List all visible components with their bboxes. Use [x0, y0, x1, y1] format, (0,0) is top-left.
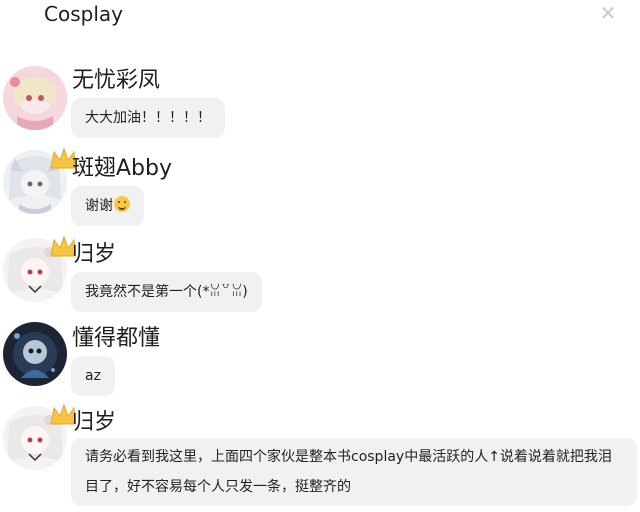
- message-text: 谢谢: [85, 198, 113, 214]
- message-text: 我竟然不是第一个(*ꈍ꒵ꈍ): [85, 284, 248, 300]
- message-bubble: az: [71, 356, 115, 396]
- message-bubble: 谢谢: [71, 186, 144, 226]
- message-text: 请务必看到我这里，上面四个家伙是整本书cosplay中最活跃的人↑说着说着就把我…: [85, 449, 612, 495]
- user-name[interactable]: 归岁: [72, 236, 116, 268]
- user-name[interactable]: 斑翅Abby: [72, 150, 172, 182]
- header: Cosplay ✕: [0, 0, 640, 34]
- message-bubble: 大大加油！！！！！: [71, 98, 225, 138]
- user-name[interactable]: 懂得都懂: [72, 320, 160, 352]
- smiley-emoji-icon: [114, 196, 130, 212]
- close-icon[interactable]: ✕: [598, 3, 618, 23]
- avatar[interactable]: [3, 322, 67, 386]
- message-bubble: 我竟然不是第一个(*ꈍ꒵ꈍ): [71, 272, 262, 312]
- message-text: az: [85, 368, 101, 384]
- user-name[interactable]: 无忧彩凤: [72, 62, 160, 94]
- message-text: 大大加油！！！！！: [85, 110, 211, 126]
- avatar[interactable]: [3, 66, 67, 130]
- message-bubble: 请务必看到我这里，上面四个家伙是整本书cosplay中最活跃的人↑说着说着就把我…: [71, 438, 637, 506]
- user-name[interactable]: 归岁: [72, 404, 116, 436]
- page-title: Cosplay: [44, 2, 123, 26]
